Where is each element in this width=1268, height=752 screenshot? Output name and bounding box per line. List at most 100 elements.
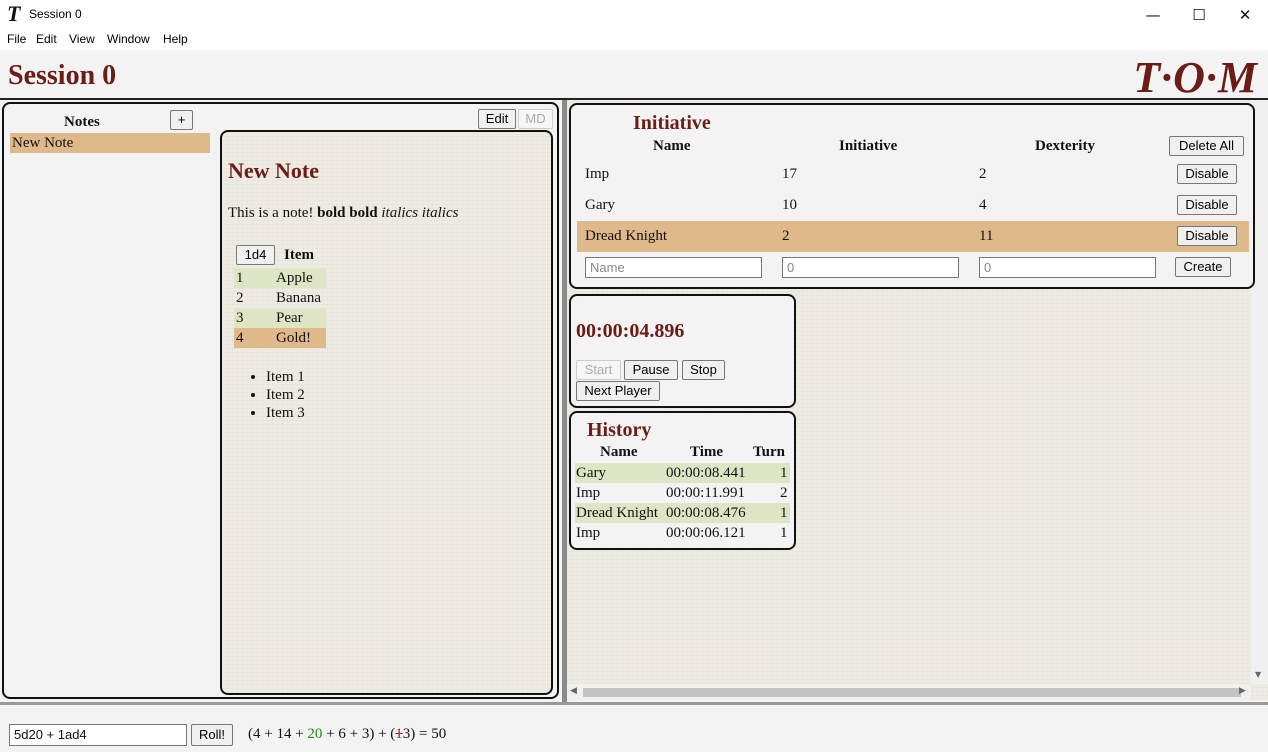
roll-result: (4 + 14 + 20 + 6 + 3) + (13) = 50 (248, 726, 446, 743)
history-title: History (587, 419, 652, 441)
timer-panel: 00:00:04.896 Start Pause Stop Next Playe… (569, 294, 796, 408)
markdown-button[interactable]: MD (518, 109, 553, 129)
add-note-button[interactable]: + (170, 110, 193, 130)
window-title: Session 0 (29, 7, 82, 21)
menu-help[interactable]: Help (163, 32, 188, 46)
table-cell-num: 1 (236, 270, 244, 286)
list-item: Item 2 (266, 386, 305, 404)
history-col-turn: Turn (753, 444, 785, 460)
disable-button[interactable]: Disable (1177, 164, 1237, 184)
history-row: Imp 00:00:11.991 2 (575, 483, 790, 503)
notes-heading: Notes (64, 114, 100, 130)
menu-view[interactable]: View (69, 32, 95, 46)
history-name: Imp (576, 525, 601, 541)
roll-max-value: 20 (307, 726, 323, 742)
note-viewer: New Note This is a note! bold bold itali… (220, 130, 553, 695)
list-item: Item 3 (266, 404, 305, 422)
menu-edit[interactable]: Edit (36, 32, 57, 46)
create-button[interactable]: Create (1175, 257, 1231, 277)
combatant-name: Imp (585, 166, 610, 182)
combatant-initiative: 10 (782, 197, 797, 213)
roll-dropped-value: 1 (395, 726, 403, 742)
app-icon: T (7, 1, 21, 26)
note-bold-text: bold bold (317, 205, 378, 221)
history-turn: 1 (780, 505, 788, 521)
initiative-title: Initiative (633, 112, 711, 134)
history-name: Imp (576, 485, 601, 501)
menu-file[interactable]: File (7, 32, 26, 46)
history-time: 00:00:11.991 (666, 485, 746, 501)
history-turn: 2 (780, 485, 788, 501)
roll-button[interactable]: Roll! (191, 724, 233, 746)
edit-note-button[interactable]: Edit (478, 109, 516, 129)
table-cell-num: 4 (236, 330, 244, 346)
dice-expression-input[interactable]: 5d20 + 1ad4 (9, 724, 187, 746)
next-player-button[interactable]: Next Player (576, 381, 660, 401)
table-cell-num: 2 (236, 290, 244, 306)
combatant-dexterity: 2 (979, 166, 987, 182)
initiative-row: Imp 17 2 Disable (577, 159, 1249, 190)
initiative-row-active: Dread Knight 2 11 Disable (577, 221, 1249, 252)
note-text: This is a note! (228, 205, 318, 221)
combatant-initiative: 17 (782, 166, 797, 182)
new-initiative-input[interactable]: 0 (782, 257, 959, 278)
table-row: 1 Apple (234, 268, 326, 288)
roll-result-part: (4 + 14 + (248, 726, 308, 742)
scroll-left-icon[interactable]: ◀ (570, 686, 577, 696)
maximize-button[interactable]: ☐ (1176, 0, 1222, 30)
note-italic-text: italics italics (381, 205, 459, 221)
table-cell-item: Banana (276, 290, 321, 306)
history-turn: 1 (780, 525, 788, 541)
notes-panel: Notes + Edit MD New Note New Note This i… (2, 102, 559, 699)
note-title: New Note (228, 158, 320, 183)
table-cell-item: Apple (276, 270, 313, 286)
history-row: Imp 00:00:06.121 1 (575, 523, 790, 543)
stop-button[interactable]: Stop (682, 360, 725, 380)
scroll-right-icon[interactable]: ▶ (1239, 686, 1246, 696)
app-logo: T·O·M (1133, 53, 1258, 102)
scrollbar-thumb[interactable] (583, 688, 1241, 697)
table-row: 2 Banana (234, 288, 326, 308)
new-dexterity-input[interactable]: 0 (979, 257, 1156, 278)
table-cell-item: Gold! (276, 330, 311, 346)
history-name: Dread Knight (576, 505, 659, 521)
note-roll-table: 1d4 Item 1 Apple 2 Banana 3 Pear 4 Gold! (234, 244, 326, 348)
roll-table-button[interactable]: 1d4 (236, 245, 275, 265)
title-bar: T Session 0 — ☐ ✕ (0, 0, 1268, 30)
new-name-input[interactable]: Name (585, 257, 762, 278)
note-list-item[interactable]: New Note (10, 133, 210, 153)
initiative-panel: Initiative Name Initiative Dexterity Del… (569, 103, 1255, 289)
roll-result-part: + 6 + 3) + ( (322, 726, 396, 742)
note-bullet-list: Item 1 Item 2 Item 3 (266, 368, 305, 422)
initiative-row: Gary 10 4 Disable (577, 190, 1249, 221)
combatant-name: Gary (585, 197, 615, 213)
menu-window[interactable]: Window (107, 32, 150, 46)
history-col-time: Time (690, 444, 724, 460)
dice-bar: 5d20 + 1ad4 Roll! (4 + 14 + 20 + 6 + 3) … (0, 702, 1268, 752)
history-time: 00:00:08.441 (666, 465, 746, 481)
start-button[interactable]: Start (576, 360, 621, 380)
combatant-name: Dread Knight (585, 228, 668, 244)
col-header-dexterity: Dexterity (1035, 138, 1095, 154)
disable-button[interactable]: Disable (1177, 195, 1237, 215)
list-item: Item 1 (266, 368, 305, 386)
history-time: 00:00:06.121 (666, 525, 746, 541)
disable-button[interactable]: Disable (1177, 226, 1237, 246)
close-button[interactable]: ✕ (1222, 0, 1268, 30)
col-header-initiative: Initiative (839, 138, 898, 154)
session-title: Session 0 (8, 60, 117, 91)
scroll-down-icon[interactable]: ▼ (1255, 670, 1261, 679)
minimize-button[interactable]: — (1130, 0, 1176, 30)
horizontal-scrollbar[interactable]: ◀ ▶ (567, 684, 1251, 700)
history-turn: 1 (780, 465, 788, 481)
history-col-name: Name (600, 444, 638, 460)
delete-all-button[interactable]: Delete All (1169, 136, 1244, 156)
tracker-area: Initiative Name Initiative Dexterity Del… (567, 100, 1268, 700)
history-time: 00:00:08.476 (666, 505, 746, 521)
table-cell-num: 3 (236, 310, 244, 326)
combatant-initiative: 2 (782, 228, 790, 244)
table-row: 3 Pear (234, 308, 326, 328)
header: Session 0 T·O·M (0, 50, 1268, 102)
history-name: Gary (576, 465, 606, 481)
pause-button[interactable]: Pause (624, 360, 678, 380)
